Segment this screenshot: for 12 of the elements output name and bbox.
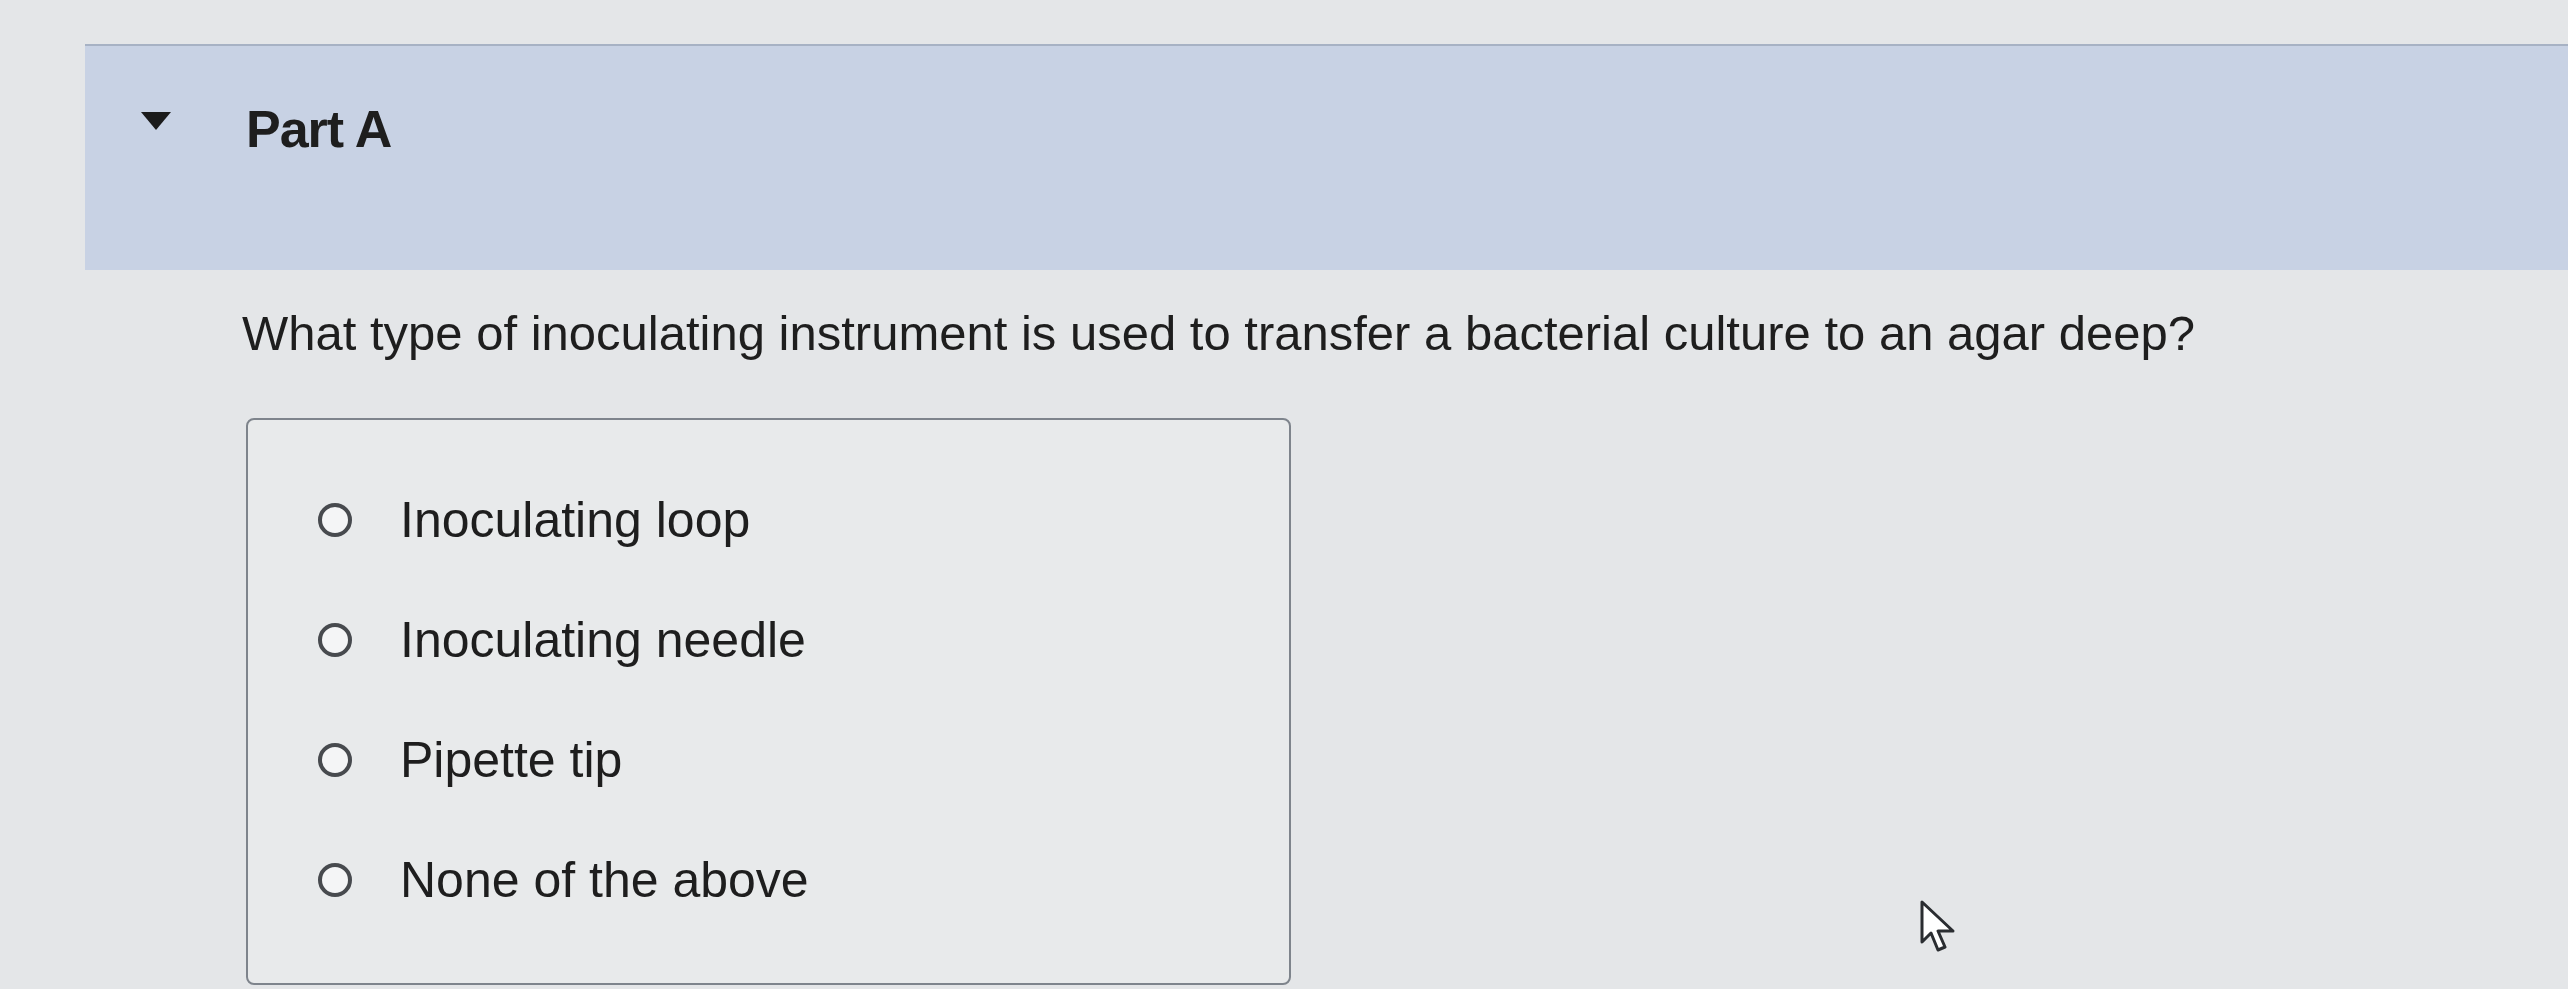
mouse-pointer-icon: [1920, 900, 1956, 954]
radio-button[interactable]: [318, 862, 352, 897]
radio-button[interactable]: [318, 742, 352, 777]
option-label: Inoculating needle: [400, 610, 806, 670]
radio-button[interactable]: [318, 622, 352, 657]
option-label: None of the above: [400, 850, 809, 910]
option-label: Inoculating loop: [400, 490, 751, 550]
caret-icon[interactable]: [141, 112, 171, 130]
radio-button[interactable]: [318, 502, 352, 537]
option-label: Pipette tip: [400, 730, 623, 790]
question-text: What type of inoculating instrument is used to transfer a bacterial culture to an agar deep?: [242, 305, 2195, 362]
section-title: Part A: [246, 99, 392, 160]
